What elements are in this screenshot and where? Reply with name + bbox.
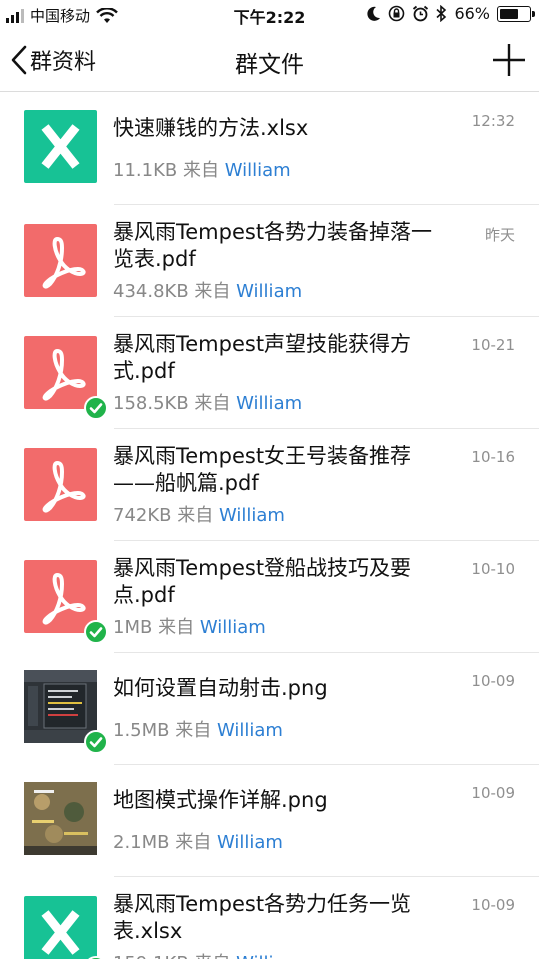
uploader-link[interactable]: William (219, 505, 285, 526)
file-row[interactable]: 暴风雨Tempest声望技能获得方式.pdf 158.5KB 来自 William… (0, 317, 539, 429)
file-size: 11.1KB (113, 160, 178, 181)
file-time: 10-09 (471, 672, 515, 690)
from-label: 来自 (194, 281, 231, 302)
file-row[interactable]: 暴风雨Tempest各势力装备掉落一览表.pdf 434.8KB 来自 Willi… (0, 205, 539, 317)
file-name: 地图模式操作详解.png (113, 788, 328, 812)
bluetooth-icon (436, 5, 447, 22)
from-label: 来自 (194, 393, 231, 414)
battery-percent: 66% (454, 4, 490, 23)
add-file-button[interactable] (491, 42, 527, 78)
page-title: 群文件 (235, 52, 304, 78)
file-row[interactable]: 如何设置自动射击.png 1.5MB 来自 William 10-09 (0, 653, 539, 765)
status-right: 66% (367, 4, 535, 23)
moon-icon (367, 6, 381, 21)
file-time: 昨天 (484, 226, 515, 244)
file-row[interactable]: 地图模式操作详解.png 2.1MB 来自 William 10-09 (0, 765, 539, 877)
uploader-link[interactable]: William (217, 720, 283, 741)
file-row[interactable]: 快速赚钱的方法.xlsx 11.1KB 来自 William 12:32 (0, 93, 539, 205)
from-label: 来自 (182, 160, 219, 181)
file-name: 暴风雨Tempest女王号装备推荐——船帆篇.pdf (113, 444, 412, 495)
uploader-link[interactable]: William (236, 393, 302, 414)
file-meta: 158.5KB 来自 William (113, 389, 302, 415)
file-name: 暴风雨Tempest声望技能获得方式.pdf (113, 332, 412, 383)
image-thumbnail (24, 670, 108, 754)
file-name: 暴风雨Tempest各势力装备掉落一览表.pdf (113, 220, 433, 271)
from-label: 来自 (175, 720, 212, 741)
pdf-file-icon (24, 448, 97, 521)
from-label: 来自 (175, 832, 212, 853)
file-meta: 1.5MB 来自 William (113, 716, 283, 742)
file-time: 10-09 (471, 896, 515, 914)
from-label: 来自 (194, 953, 230, 959)
file-name: 快速赚钱的方法.xlsx (113, 116, 309, 140)
file-time: 10-09 (471, 784, 515, 802)
file-size: 434.8KB (113, 281, 189, 302)
battery-icon (497, 5, 535, 22)
excel-file-icon (24, 896, 108, 959)
file-row[interactable]: 暴风雨Tempest女王号装备推荐——船帆篇.pdf 742KB 来自 Willi… (0, 429, 539, 541)
alarm-icon (413, 5, 429, 22)
file-size: 159.1KB (113, 953, 189, 959)
file-size: 1.5MB (113, 720, 170, 741)
nav-bar: 群资料 群文件 (0, 30, 539, 92)
file-size: 2.1MB (113, 832, 170, 853)
file-size: 158.5KB (113, 393, 189, 414)
downloaded-check-icon (84, 620, 108, 644)
uploader-link[interactable]: William (225, 160, 291, 181)
file-name: 暴风雨Tempest各势力任务一览表.xlsx (113, 892, 412, 943)
image-thumbnail (24, 782, 97, 855)
file-meta: 434.8KB 来自 William (113, 277, 302, 303)
file-meta: 742KB 来自 William (113, 501, 285, 527)
file-meta: 159.1KB 来自 William (113, 949, 302, 959)
from-label: 来自 (177, 505, 214, 526)
file-time: 10-16 (471, 448, 515, 466)
excel-file-icon (24, 110, 97, 183)
file-time: 10-10 (471, 560, 515, 578)
file-meta: 1MB 来自 William (113, 613, 266, 639)
from-label: 来自 (158, 617, 195, 638)
pdf-file-icon (24, 336, 108, 420)
file-meta: 2.1MB 来自 William (113, 828, 283, 854)
rotation-lock-icon (389, 5, 405, 22)
file-size: 1MB (113, 617, 153, 638)
uploader-link[interactable]: William (236, 953, 302, 959)
uploader-link[interactable]: William (236, 281, 302, 302)
file-size: 742KB (113, 505, 172, 526)
status-bar: 中国移动 下午2:22 66% (0, 0, 539, 30)
file-list: 快速赚钱的方法.xlsx 11.1KB 来自 William 12:32 暴风雨Tem… (0, 93, 539, 959)
downloaded-check-icon (84, 730, 108, 754)
file-row[interactable]: 暴风雨Tempest各势力任务一览表.xlsx 159.1KB 来自 Willia… (0, 877, 539, 959)
file-row[interactable]: 暴风雨Tempest登船战技巧及要点.pdf 1MB 来自 William 10-1… (0, 541, 539, 653)
uploader-link[interactable]: William (217, 832, 283, 853)
file-meta: 11.1KB 来自 William (113, 156, 291, 182)
file-time: 10-21 (471, 336, 515, 354)
uploader-link[interactable]: William (200, 617, 266, 638)
pdf-file-icon (24, 560, 108, 644)
pdf-file-icon (24, 224, 97, 297)
file-name: 暴风雨Tempest登船战技巧及要点.pdf (113, 556, 412, 607)
file-time: 12:32 (471, 112, 515, 130)
downloaded-check-icon (84, 396, 108, 420)
file-name: 如何设置自动射击.png (113, 676, 328, 700)
